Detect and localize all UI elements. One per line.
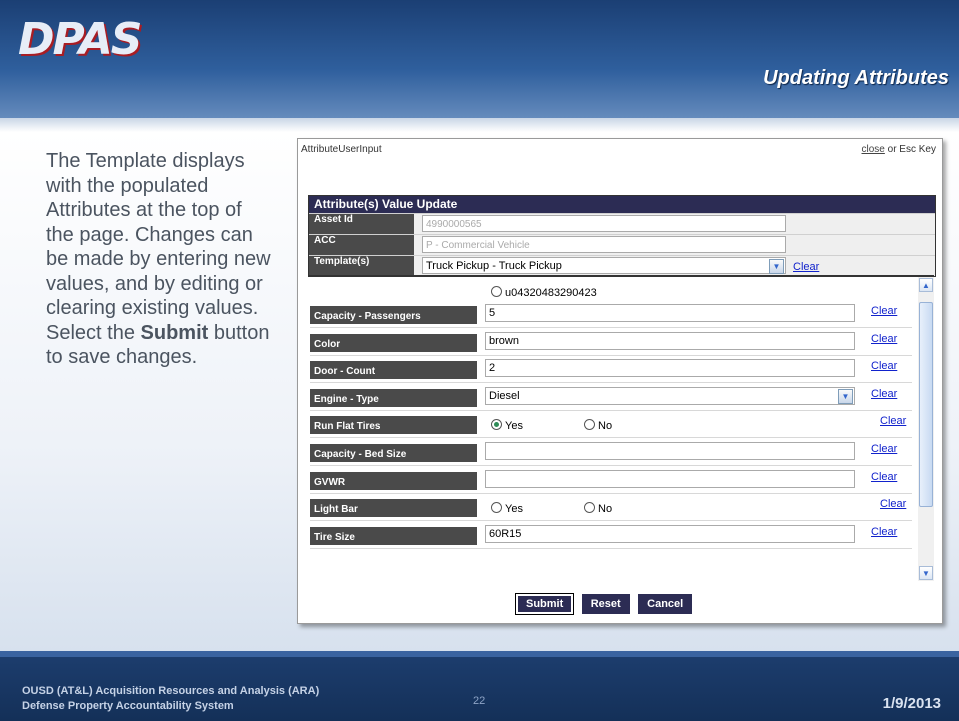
partial-option-row: u04320483290423 <box>308 277 912 304</box>
template-label: Template(s) <box>309 256 414 276</box>
attribute-input[interactable]: 2 <box>485 359 855 378</box>
clear-link[interactable]: Clear <box>871 305 897 317</box>
page-number: 22 <box>473 695 486 707</box>
attribute-row: Tire Size 60R15 Clear <box>308 522 912 549</box>
header-caption: Attribute(s) Value Update <box>309 196 935 213</box>
instruction-text: The Template displays with the populated… <box>46 150 271 368</box>
chevron-down-icon[interactable]: ▼ <box>769 259 784 274</box>
footer-organization: OUSD (AT&L) Acquisition Resources and An… <box>22 685 320 712</box>
dpas-logo: DPAS <box>18 14 142 65</box>
radio-option-yes[interactable]: Yes <box>491 419 523 432</box>
radio-icon <box>584 502 595 514</box>
radio-option-yes[interactable]: Yes <box>491 502 523 515</box>
slide-footer: OUSD (AT&L) Acquisition Resources and An… <box>0 651 959 721</box>
attribute-row: Capacity - Passengers 5 Clear <box>308 301 912 328</box>
attribute-label: GVWR <box>310 471 477 490</box>
attribute-input[interactable]: 60R15 <box>485 524 855 543</box>
header-divider <box>0 118 959 132</box>
clear-link[interactable]: Clear <box>871 443 897 455</box>
dialog-title: AttributeUserInput <box>301 144 382 155</box>
attribute-label: Light Bar <box>310 499 477 518</box>
chevron-down-icon[interactable]: ▼ <box>838 388 853 404</box>
asset-id-field: 4990000565 <box>422 215 786 232</box>
acc-row: ACC P - Commercial Vehicle <box>309 234 935 255</box>
attribute-input[interactable] <box>485 469 855 488</box>
attribute-label: Capacity - Bed Size <box>310 444 477 462</box>
attribute-label: Tire Size <box>310 526 477 545</box>
attribute-dialog: AttributeUserInput close or Esc Key Attr… <box>297 138 943 624</box>
attribute-input[interactable]: brown <box>485 331 855 350</box>
attribute-label: Capacity - Passengers <box>310 306 477 324</box>
scroll-down-icon[interactable]: ▼ <box>919 566 933 580</box>
footer-divider <box>0 651 959 657</box>
row-divider <box>310 547 912 549</box>
attribute-label: Engine - Type <box>310 388 477 407</box>
acc-field: P - Commercial Vehicle <box>422 236 786 253</box>
radio-icon <box>584 419 595 431</box>
slide-body: The Template displays with the populated… <box>0 132 959 651</box>
attribute-row: Capacity - Bed Size Clear <box>308 439 912 466</box>
asset-id-row: Asset Id 4990000565 <box>309 213 935 234</box>
submit-emphasis: Submit <box>140 321 209 344</box>
clear-link[interactable]: Clear <box>871 388 897 400</box>
radio-option-no[interactable]: No <box>584 502 612 515</box>
clear-link[interactable]: Clear <box>871 526 897 538</box>
clear-link[interactable]: Clear <box>880 498 906 510</box>
attribute-header-table: Attribute(s) Value Update Asset Id 49900… <box>308 195 936 277</box>
attribute-row: Light Bar Yes No Clear <box>308 494 912 522</box>
attribute-list[interactable]: u04320483290423 Capacity - Passengers 5 Cl… <box>308 275 934 581</box>
clear-link[interactable]: Clear <box>871 333 897 345</box>
attribute-input[interactable] <box>485 442 855 460</box>
clear-link[interactable]: Clear <box>880 415 906 427</box>
close-link[interactable]: close <box>862 144 885 155</box>
attribute-row: Door - Count 2 Clear <box>308 356 912 384</box>
attribute-row: Engine - Type Diesel ▼ Clear <box>308 384 912 411</box>
attribute-select[interactable]: Diesel ▼ <box>485 386 855 405</box>
scrollbar-thumb[interactable] <box>919 302 933 507</box>
submit-button[interactable]: Submit <box>514 593 575 615</box>
attribute-label: Run Flat Tires <box>310 416 477 435</box>
slide-header: DPAS Updating Attributes <box>0 0 959 127</box>
radio-option-no[interactable]: No <box>584 419 612 432</box>
attribute-label: Door - Count <box>310 361 477 380</box>
partial-radio-option[interactable]: u04320483290423 <box>491 286 597 299</box>
dialog-button-bar: Submit Reset Cancel <box>514 593 696 615</box>
slide-title: Updating Attributes <box>763 67 949 89</box>
attribute-row: Color brown Clear <box>308 329 912 356</box>
acc-label: ACC <box>309 235 414 255</box>
asset-id-label: Asset Id <box>309 214 414 234</box>
radio-icon <box>491 419 502 431</box>
radio-icon <box>491 502 502 514</box>
template-row: Template(s) Truck Pickup - Truck Pickup ▼… <box>309 255 935 276</box>
vertical-scrollbar[interactable]: ▲ ▼ <box>918 277 934 581</box>
attribute-row: GVWR Clear <box>308 467 912 494</box>
footer-date: 1/9/2013 <box>882 695 941 712</box>
attribute-label: Color <box>310 333 477 352</box>
attribute-input[interactable]: 5 <box>485 304 855 322</box>
attribute-row: Run Flat Tires Yes No Clear <box>308 411 912 439</box>
clear-link[interactable]: Clear <box>871 471 897 483</box>
cancel-button[interactable]: Cancel <box>638 594 693 614</box>
radio-icon <box>491 286 502 297</box>
dialog-titlebar: AttributeUserInput close or Esc Key <box>298 139 942 161</box>
dialog-close-hint: close or Esc Key <box>861 144 937 155</box>
template-select[interactable]: Truck Pickup - Truck Pickup ▼ <box>422 257 786 274</box>
template-clear-link[interactable]: Clear <box>793 261 819 273</box>
scroll-up-icon[interactable]: ▲ <box>919 278 933 292</box>
reset-button[interactable]: Reset <box>581 594 630 614</box>
clear-link[interactable]: Clear <box>871 360 897 372</box>
